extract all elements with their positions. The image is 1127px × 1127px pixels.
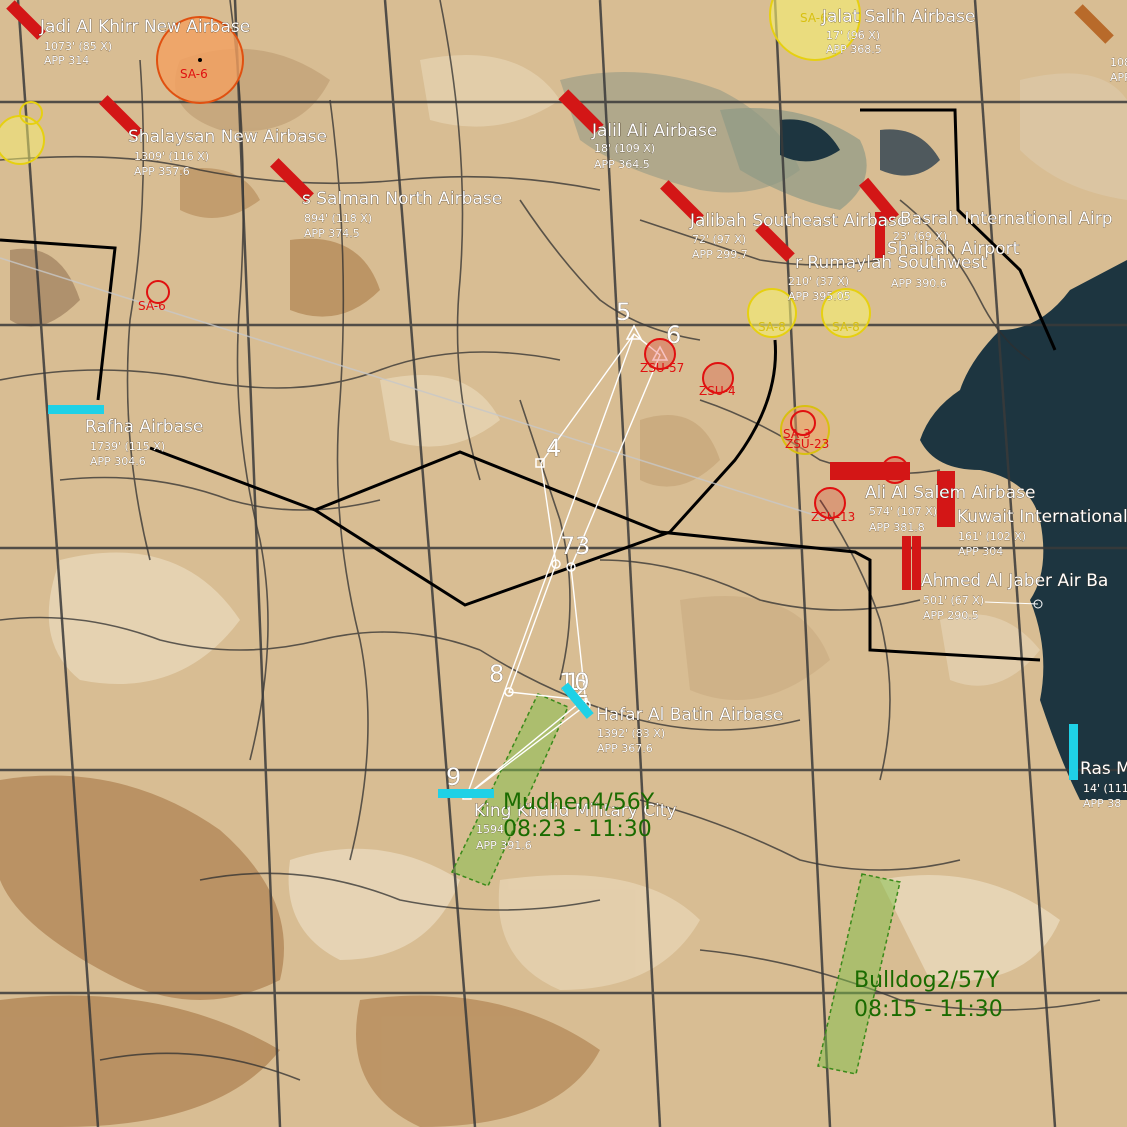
airbase-info-tacan: 108 — [1110, 56, 1127, 69]
airbase-info-app: APP 314 — [44, 54, 89, 67]
airbase-info-app: APP 374.5 — [304, 227, 360, 240]
airbase-info-app: APP 381.8 — [869, 521, 925, 534]
airbase-info-app: APP 290.5 — [923, 609, 979, 622]
airbase-name: Jalil Ali Airbase — [591, 121, 717, 141]
airbase-info-tacan: 14' (111 — [1083, 782, 1127, 795]
friendly-airbase-icon[interactable] — [1069, 724, 1078, 780]
waypoint-label-3: 3 — [575, 532, 590, 560]
threat-label: SA-6 — [138, 299, 166, 313]
tanker-time: 08:23 - 11:30 — [503, 817, 652, 842]
threat-label: ZSU-23 — [785, 437, 829, 451]
airbase-info-tacan: 1739' (115 X) — [90, 440, 165, 453]
threat-label: SA-8 — [758, 320, 786, 334]
waypoint-label-5: 5 — [616, 298, 631, 326]
airbase-name: Kuwait International — [957, 507, 1127, 527]
airbase-info-tacan: 574' (107 X) — [869, 505, 937, 518]
waypoint-label-8: 8 — [489, 660, 504, 688]
airbase-info-app: APP 390.6 — [891, 277, 947, 290]
airbase-info-tacan: 210' (37 X) — [788, 275, 849, 288]
enemy-airbase-icon[interactable] — [902, 536, 911, 590]
tanker-callsign: Bulldog2/57Y — [854, 968, 1000, 993]
friendly-airbase-icon[interactable] — [48, 405, 104, 414]
airbase-info-app: APP 357.6 — [134, 165, 190, 178]
airbase-info-app: APP 304 — [958, 545, 1003, 558]
airbase-info-app: APP 304.6 — [90, 455, 146, 468]
airbase-info-app: APP 38 — [1083, 797, 1121, 810]
enemy-airbase-icon[interactable] — [830, 462, 910, 480]
threat-label: ZSU-4 — [699, 384, 736, 398]
airbase-info-app: APP 395.05 — [788, 290, 851, 303]
airbase-info-tacan: 501' (67 X) — [923, 594, 984, 607]
threat-label: ZSU-13 — [811, 510, 855, 524]
friendly-airbase-icon[interactable] — [438, 789, 494, 798]
airbase-name: Ras M — [1080, 759, 1127, 779]
tanker-callsign: Mudhen4/56Y — [503, 790, 655, 815]
threat-label: SA-6 — [180, 67, 208, 81]
threat-label: ZSU-57 — [640, 361, 684, 375]
threat-west-a[interactable] — [0, 115, 45, 165]
waypoint-label-4: 4 — [546, 434, 561, 462]
airbase-info-app: APP 368.5 — [826, 43, 882, 56]
airbase-info-tacan: 18' (109 X) — [594, 142, 655, 155]
airbase-name: Ahmed Al Jaber Air Ba — [921, 571, 1108, 591]
airbase-name: Jadi Al Khirr New Airbase — [39, 17, 250, 37]
threat-label: SA-8 — [832, 320, 860, 334]
airbase-info-app: APP — [1110, 71, 1127, 84]
waypoint-label-7: 7 — [560, 532, 575, 560]
airbase-info-tacan: 161' (102 X) — [958, 530, 1026, 543]
airbase-info-app: APP 299.7 — [692, 248, 748, 261]
airbase-name: Shalaysan New Airbase — [128, 127, 327, 147]
airbase-info-tacan: 1392' (83 X) — [597, 727, 665, 740]
airbase-name: Basrah International Airp — [900, 209, 1113, 229]
airbase-name: Rafha Airbase — [85, 417, 203, 437]
airbase-name: Jalat Salih Airbase — [821, 7, 975, 27]
tactical-map[interactable]: 1 2 3 4 5 6 7 8 9 10 SA-6 SA-6 ZSU-57 ZS… — [0, 0, 1127, 1127]
airbase-info-tacan: 1073' (85 X) — [44, 40, 112, 53]
airbase-name: Jalibah Southeast Airbase — [689, 211, 907, 231]
tanker-time: 08:15 - 11:30 — [854, 997, 1003, 1022]
waypoint-label-9: 9 — [446, 763, 461, 791]
airbase-info-tacan: 17' (96 X) — [826, 29, 880, 42]
airbase-name: s Salman North Airbase — [302, 189, 502, 209]
airbase-name: Ali Al Salem Airbase — [865, 483, 1035, 503]
airbase-info-tacan: 894' (118 X) — [304, 212, 372, 225]
airbase-name: Shaibah Airport — [887, 239, 1020, 259]
airbase-info-app: APP 364.5 — [594, 158, 650, 171]
airbase-info-app: APP 367.6 — [597, 742, 653, 755]
airbase-info-tacan: 1309' (116 X) — [134, 150, 209, 163]
enemy-airbase-icon[interactable] — [912, 536, 921, 590]
airbase-name: Hafar Al Batin Airbase — [596, 705, 783, 725]
airbase-info-tacan: 72' (97 X) — [692, 233, 746, 246]
